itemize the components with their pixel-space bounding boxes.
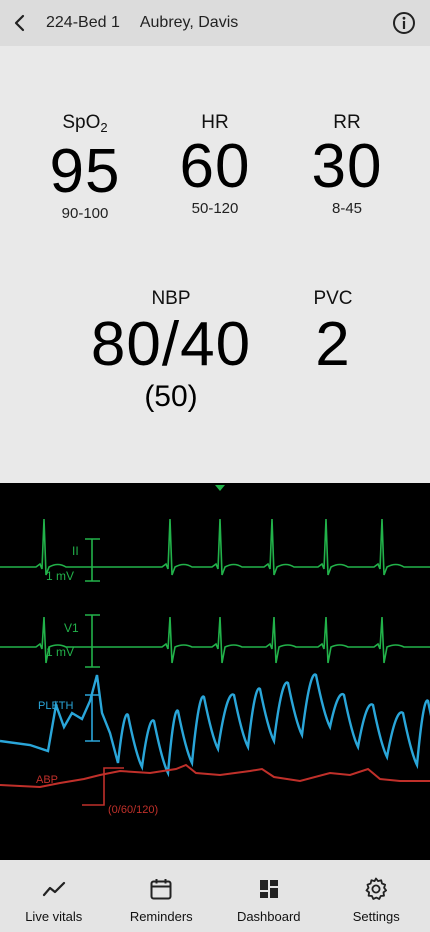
pleth-trace [0,673,430,778]
rr-range: 8-45 [331,200,363,217]
bottom-nav: Live vitals Reminders Dashboard Settings [0,860,430,932]
nav-settings[interactable]: Settings [323,860,430,932]
gear-icon [365,877,388,900]
abp-scale: (0/60/120) [108,804,158,816]
nav-reminders-label: Reminders [129,909,193,924]
bed-label: 224-Bed 1 [46,14,120,31]
rr-label: RR [333,112,361,133]
back-button[interactable] [0,0,40,46]
lead-ii-trace [0,518,430,576]
nav-dashboard[interactable]: Dashboard [215,860,323,932]
hr-vital: HR 60 50-120 [163,112,267,218]
spo2-value: 95 [49,137,121,206]
chevron-left-icon [14,14,25,32]
pleth-calibration [85,694,100,742]
spo2-vital: SpO2 95 90-100 [32,112,138,223]
nav-reminders[interactable]: Reminders [108,860,216,932]
info-button[interactable] [392,11,416,35]
waveform-panel: II 1 mV V1 1 mV PLETH ABP (0/60/120) [0,483,430,860]
lead-ii-label: II [72,544,79,558]
dashboard-grid-icon [259,880,278,898]
abp-label: ABP [36,774,58,786]
vitals-panel: SpO2 95 90-100 HR 60 50-120 RR 30 8-45 N… [0,46,430,483]
pvc-value: 2 [315,310,351,379]
lead-v1-scale: 1 mV [46,645,74,659]
info-icon [393,12,415,34]
lead-v1-label: V1 [64,621,79,635]
rr-value: 30 [311,132,383,201]
pvc-label: PVC [313,288,353,309]
nav-live-vitals[interactable]: Live vitals [0,860,108,932]
sweep-marker [215,485,225,491]
top-bar: 224-Bed 1 Aubrey, Davis [0,0,430,46]
hr-label: HR [201,112,229,133]
spo2-range: 90-100 [61,205,109,222]
nav-settings-label: Settings [352,909,400,924]
waveform-canvas: II 1 mV V1 1 mV PLETH ABP (0/60/120) [0,485,430,816]
trend-line-icon [42,881,65,897]
nav-live-vitals-label: Live vitals [25,909,83,924]
nbp-value: 80/40 [90,310,252,379]
hr-value: 60 [179,132,251,201]
nbp-label: NBP [151,288,191,309]
patient-name: Aubrey, Davis [139,14,239,31]
hr-range: 50-120 [191,200,239,217]
rr-vital: RR 30 8-45 [295,112,399,218]
calendar-icon [150,879,172,900]
abp-trace [0,763,430,789]
nav-dashboard-label: Dashboard [236,909,301,924]
nbp-vital: NBP 80/40 (50) [68,288,274,414]
pvc-vital: PVC 2 [288,288,378,380]
nbp-mean: (50) [144,380,198,413]
pleth-label: PLETH [38,700,74,712]
lead-ii-scale: 1 mV [46,569,74,583]
spo2-label: SpO2 [62,112,108,135]
lead-v1-calibration [85,614,100,668]
lead-ii-calibration [85,538,100,582]
